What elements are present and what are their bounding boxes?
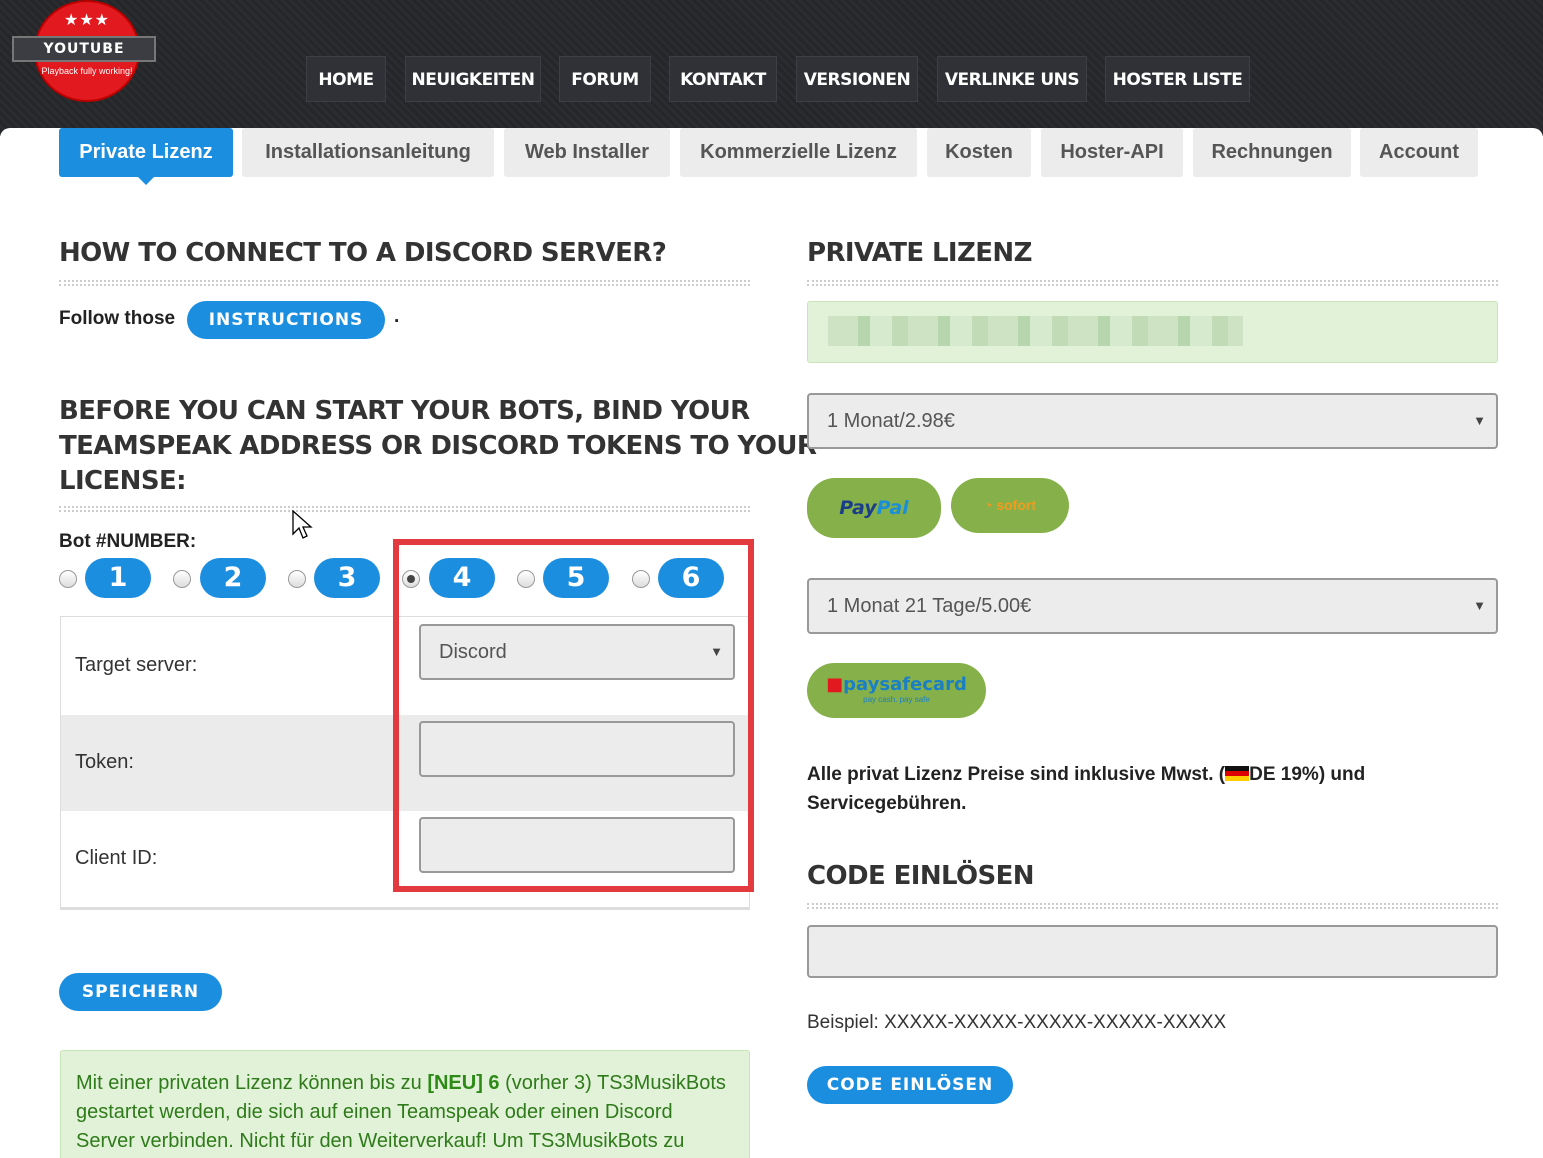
code-heading: CODE EINLÖSEN xyxy=(807,861,1035,891)
tab-installationsanleitung[interactable]: Installationsanleitung xyxy=(242,128,494,177)
site-logo[interactable]: ★★★ YOUTUBE Playback fully working! xyxy=(12,0,162,105)
site-header: ★★★ YOUTUBE Playback fully working! HOME… xyxy=(0,0,1543,136)
mouse-cursor-icon xyxy=(292,510,313,539)
sofort-logo-text: sofort xyxy=(996,497,1037,513)
tab-kosten[interactable]: Kosten xyxy=(927,128,1031,177)
divider xyxy=(807,903,1498,909)
paysafecard-slogan: pay cash. pay safe xyxy=(863,695,930,704)
nav-home[interactable]: HOME xyxy=(306,56,386,102)
sofort-logo: ◔ sofort xyxy=(983,497,1037,513)
notice-text-bold: [NEU] 6 xyxy=(427,1072,500,1094)
plan-select-1[interactable]: 1 Monat/2.98€ ▼ xyxy=(807,393,1498,449)
bot-pill-3[interactable]: 3 xyxy=(314,558,380,598)
save-button[interactable]: SPEICHERN xyxy=(59,973,222,1011)
divider xyxy=(807,280,1498,286)
license-notice: Mit einer privaten Lizenz können bis zu … xyxy=(60,1050,750,1158)
nav-versionen[interactable]: VERSIONEN xyxy=(796,56,918,102)
tab-kommerzielle-lizenz[interactable]: Kommerzielle Lizenz xyxy=(680,128,917,177)
tab-private-lizenz[interactable]: Private Lizenz xyxy=(59,128,233,185)
bind-heading-line-3: LICENSE: xyxy=(59,466,187,496)
paypal-logo-part2: Pal xyxy=(876,497,909,519)
tab-rechnungen[interactable]: Rechnungen xyxy=(1193,128,1351,177)
paysafecard-logo: ■paysafecard xyxy=(807,663,986,695)
connect-heading: HOW TO CONNECT TO A DISCORD SERVER? xyxy=(59,238,667,268)
instructions-button[interactable]: INSTRUCTIONS xyxy=(187,301,385,339)
chevron-down-icon: ▼ xyxy=(1473,413,1486,428)
target-server-label: Target server: xyxy=(75,654,198,676)
token-label: Token: xyxy=(75,751,134,773)
paysafecard-logo-text: paysafecard xyxy=(843,674,967,695)
code-example: Beispiel: XXXXX-XXXXX-XXXXX-XXXXX-XXXXX xyxy=(807,1012,1227,1033)
tax-notice-post: DE 19%) und xyxy=(1249,764,1366,785)
bot-number-label: Bot #NUMBER: xyxy=(59,531,197,552)
private-lizenz-heading: PRIVATE LIZENZ xyxy=(807,238,1032,268)
license-key-box xyxy=(807,301,1498,363)
lock-icon: ■ xyxy=(826,674,844,695)
bind-heading-line-2: TEAMSPEAK ADDRESS OR DISCORD TOKENS TO Y… xyxy=(59,431,817,461)
logo-stars: ★★★ xyxy=(63,12,111,29)
german-flag-icon xyxy=(1225,766,1250,781)
tab-strip: Private Lizenz Installationsanleitung We… xyxy=(0,128,1543,188)
nav-forum[interactable]: FORUM xyxy=(559,56,651,102)
paypal-logo: PayPal xyxy=(839,497,908,519)
nav-verlinke-uns[interactable]: VERLINKE UNS xyxy=(937,56,1087,102)
divider xyxy=(59,280,750,286)
nav-neuigkeiten[interactable]: NEUIGKEITEN xyxy=(405,56,541,102)
blurred-license-key xyxy=(828,316,1243,346)
plan-select-1-value: 1 Monat/2.98€ xyxy=(827,410,955,432)
client-id-label: Client ID: xyxy=(75,847,158,869)
bot-pill-2[interactable]: 2 xyxy=(200,558,266,598)
tax-notice-pre: Alle privat Lizenz Preise sind inklusive… xyxy=(807,764,1226,785)
notice-text-pre: Mit einer privaten Lizenz können bis zu xyxy=(76,1072,428,1094)
tab-web-installer[interactable]: Web Installer xyxy=(504,128,670,177)
nav-hoster-liste[interactable]: HOSTER LISTE xyxy=(1105,56,1250,102)
code-input[interactable] xyxy=(807,925,1498,978)
divider xyxy=(59,506,750,512)
logo-tagline: Playback fully working! xyxy=(41,66,133,76)
tax-notice: Alle privat Lizenz Preise sind inklusive… xyxy=(807,760,1507,818)
logo-ribbon: YOUTUBE xyxy=(12,36,156,62)
plan-select-2-value: 1 Monat 21 Tage/5.00€ xyxy=(827,595,1032,617)
bot-radio-2[interactable] xyxy=(173,570,191,588)
tab-account[interactable]: Account xyxy=(1360,128,1478,177)
bot-radio-1[interactable] xyxy=(59,570,77,588)
bot-pill-1[interactable]: 1 xyxy=(85,558,151,598)
bind-heading: BEFORE YOU CAN START YOUR BOTS, BIND YOU… xyxy=(59,394,817,499)
paypal-button[interactable]: PayPal xyxy=(807,478,941,538)
paysafecard-button[interactable]: ■paysafecard pay cash. pay safe xyxy=(807,663,986,718)
redeem-code-button[interactable]: CODE EINLÖSEN xyxy=(807,1066,1013,1104)
plan-select-2[interactable]: 1 Monat 21 Tage/5.00€ ▼ xyxy=(807,578,1498,634)
tax-notice-line2: Servicegebühren. xyxy=(807,793,967,814)
highlight-box xyxy=(393,539,754,892)
follow-text: Follow those xyxy=(59,308,176,329)
tab-hoster-api[interactable]: Hoster-API xyxy=(1041,128,1183,177)
bot-radio-3[interactable] xyxy=(288,570,306,588)
nav-kontakt[interactable]: KONTAKT xyxy=(669,56,777,102)
period-text: . xyxy=(394,306,400,327)
chevron-down-icon: ▼ xyxy=(1473,598,1486,613)
sofort-button[interactable]: ◔ sofort xyxy=(951,478,1069,533)
paypal-logo-part1: Pay xyxy=(839,497,877,519)
bind-heading-line-1: BEFORE YOU CAN START YOUR BOTS, BIND YOU… xyxy=(59,396,750,426)
